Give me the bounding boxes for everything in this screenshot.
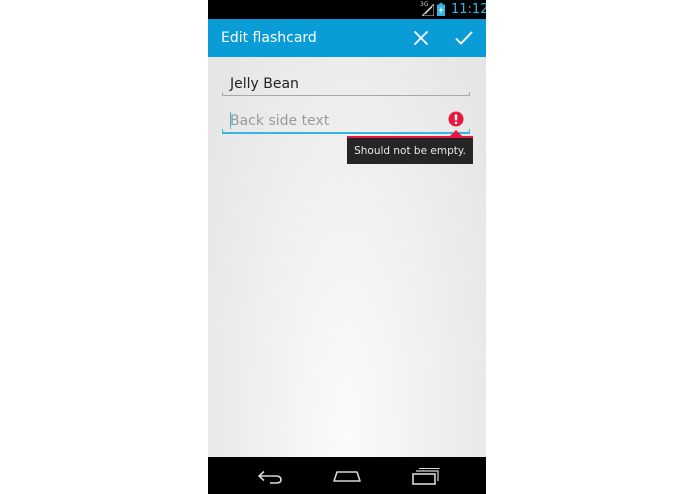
- back-field-underline: [222, 132, 470, 134]
- back-side-input[interactable]: Back side text: [222, 108, 470, 134]
- error-popup: Should not be empty.: [347, 130, 473, 164]
- text-cursor: [230, 112, 231, 129]
- error-message: Should not be empty.: [354, 145, 466, 157]
- close-icon: [413, 30, 429, 46]
- signal-icon: [422, 4, 434, 16]
- front-field-underline: [222, 95, 470, 96]
- front-side-input[interactable]: Jelly Bean: [222, 72, 470, 96]
- action-bar: Edit flashcard: [208, 19, 486, 57]
- front-field-right-tick: [469, 92, 470, 96]
- front-field-left-tick: [222, 92, 223, 96]
- phone-screen: 3G 11:12 Edit flashcard Jelly Bean Back …: [208, 0, 486, 494]
- front-side-value: Jelly Bean: [230, 76, 299, 92]
- discard-button[interactable]: [402, 19, 440, 57]
- back-button[interactable]: [240, 457, 300, 494]
- home-icon: [333, 470, 361, 482]
- battery-charging-icon: [437, 3, 445, 16]
- status-bar: 3G 11:12: [208, 0, 486, 19]
- back-field-right-tick: [469, 129, 470, 134]
- home-button[interactable]: [317, 457, 377, 494]
- back-icon: [258, 470, 282, 484]
- checkmark-icon: [455, 31, 473, 45]
- status-clock: 11:12: [451, 2, 486, 17]
- error-icon[interactable]: [448, 111, 464, 127]
- navigation-bar: [208, 457, 486, 494]
- save-button[interactable]: [445, 19, 483, 57]
- page-title: Edit flashcard: [221, 30, 317, 46]
- back-side-placeholder: Back side text: [230, 113, 330, 129]
- recent-apps-icon: [412, 467, 440, 485]
- recent-apps-button[interactable]: [395, 457, 455, 494]
- back-field-left-tick: [222, 129, 223, 134]
